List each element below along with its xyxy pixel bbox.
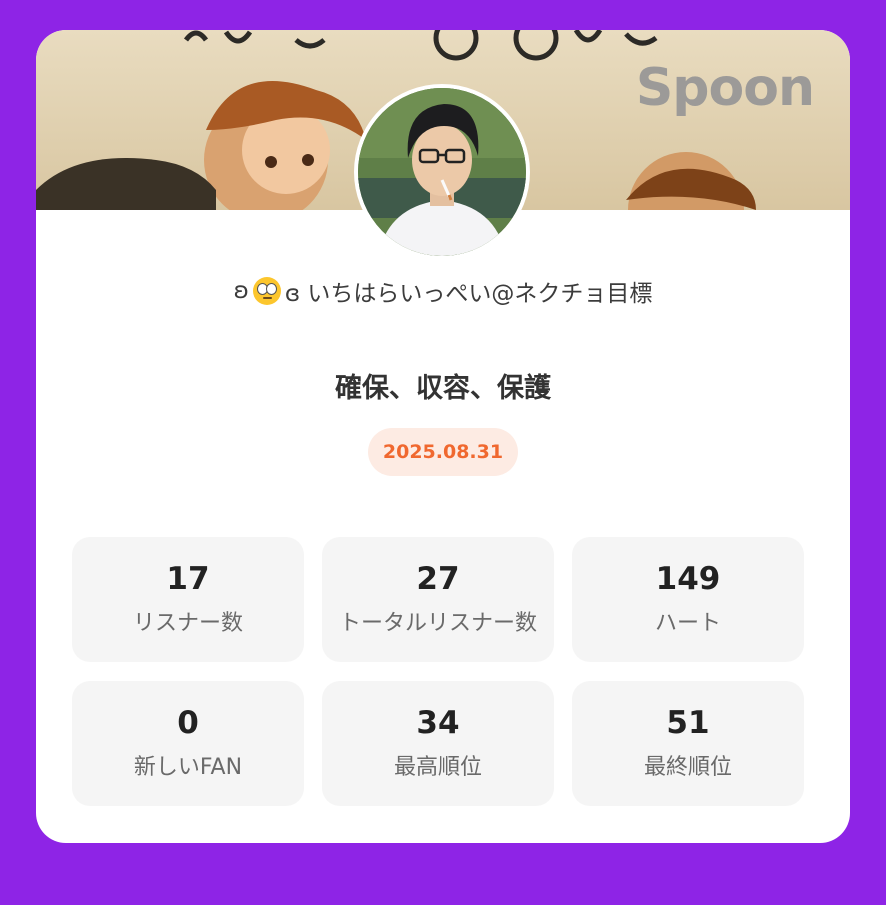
host-avatar[interactable] <box>354 84 530 260</box>
stats-grid: 17 リスナー数 27 トータルリスナー数 149 ハート 0 新しいFAN 3… <box>72 537 806 806</box>
host-name-text: ɞ いちはらいっぺい@ネクチョ目標 <box>284 281 653 307</box>
stat-value: 51 <box>666 705 710 742</box>
live-title: 確保、収容、保護 <box>335 373 551 404</box>
live-summary-card: Spoon ʚ ɞ いちはらいっぺい@ネクチョ目標 確保、収容、保護 2025.… <box>36 30 850 843</box>
host-name-prefix: ʚ <box>233 278 249 304</box>
stat-value: 27 <box>416 561 460 598</box>
stat-label: リスナー数 <box>132 610 243 636</box>
stat-hearts: 149 ハート <box>572 537 804 662</box>
stat-label: 最高順位 <box>393 754 482 780</box>
stat-value: 0 <box>177 705 199 742</box>
stat-label: ハート <box>654 610 721 636</box>
live-date: 2025.08.31 <box>382 441 504 463</box>
stat-total-listeners: 27 トータルリスナー数 <box>322 537 554 662</box>
stat-value: 149 <box>655 561 721 598</box>
stat-highest-rank: 34 最高順位 <box>322 681 554 806</box>
stat-value: 34 <box>416 705 460 742</box>
stat-label: 新しいFAN <box>133 754 243 780</box>
stat-listeners: 17 リスナー数 <box>72 537 304 662</box>
stat-label: 最終順位 <box>643 754 732 780</box>
avatar-photo <box>358 88 526 256</box>
stat-label: トータルリスナー数 <box>338 610 537 636</box>
live-date-badge: 2025.08.31 <box>368 428 518 476</box>
spoon-logo: Spoon <box>635 58 815 118</box>
host-name: ʚ ɞ いちはらいっぺい@ネクチョ目標 <box>36 274 850 308</box>
rolling-eyes-emoji-icon <box>252 277 281 305</box>
stat-final-rank: 51 最終順位 <box>572 681 804 806</box>
stat-value: 17 <box>166 561 210 598</box>
stat-new-fans: 0 新しいFAN <box>72 681 304 806</box>
